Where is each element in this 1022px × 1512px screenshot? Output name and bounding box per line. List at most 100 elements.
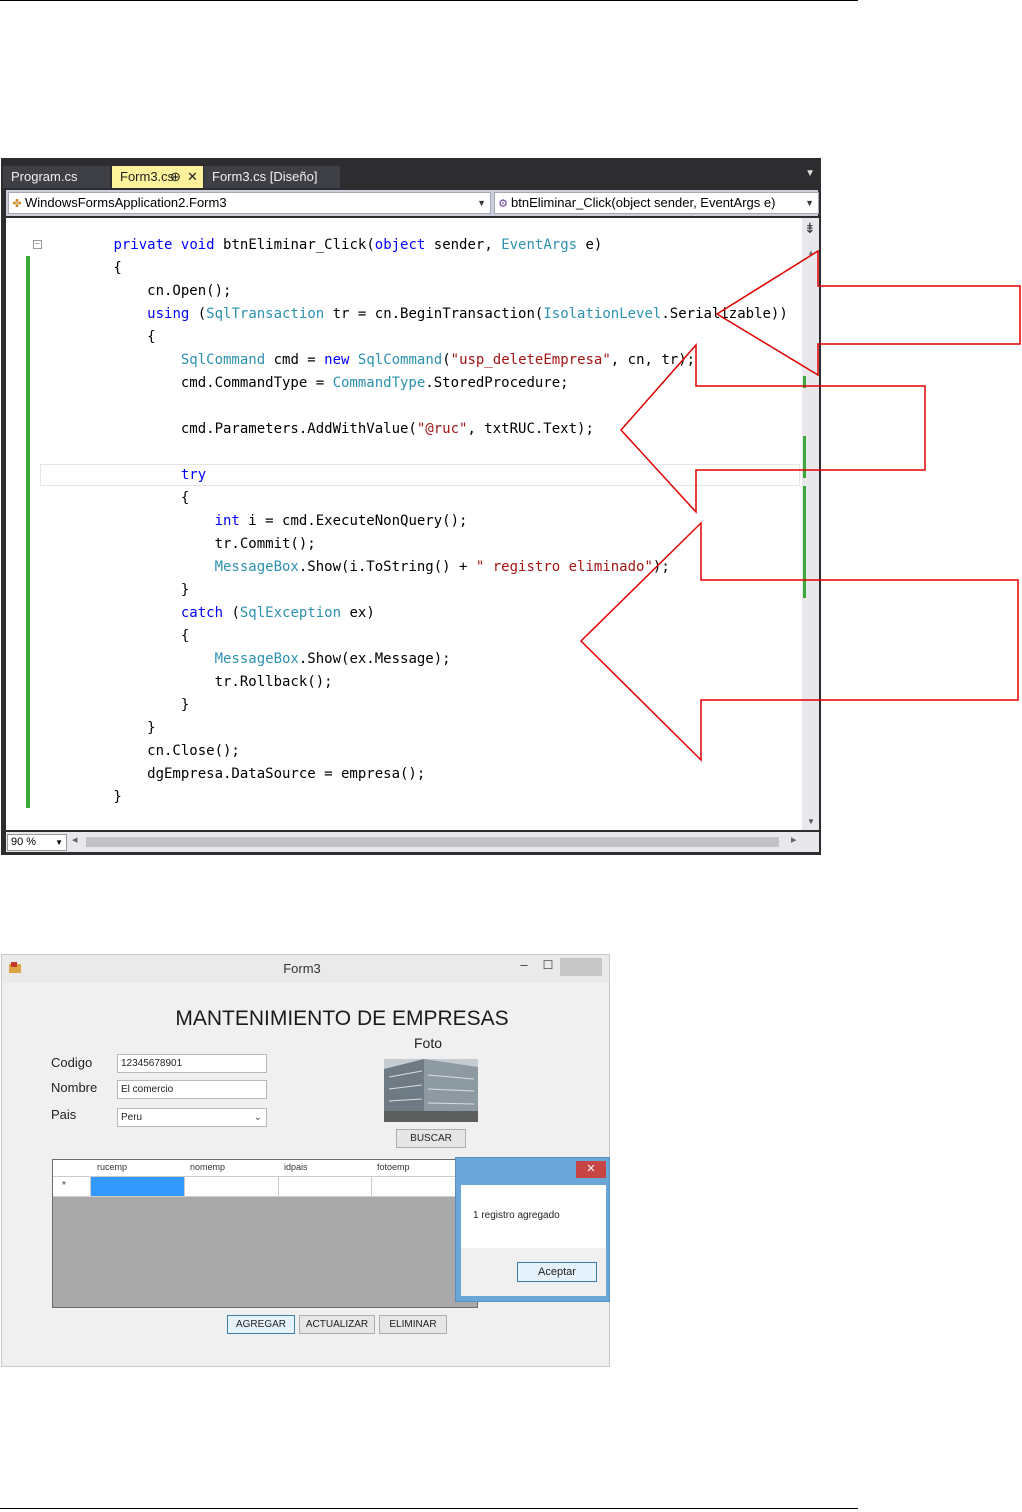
vertical-scrollbar[interactable]: ⇟ ▲ ▼ (802, 218, 819, 830)
code-token: tr.Commit(); (46, 536, 316, 552)
code-token: ( (223, 605, 240, 621)
code-line[interactable]: } (46, 579, 788, 602)
code-editor[interactable]: − private void btnEliminar_Click(object … (6, 218, 802, 830)
aceptar-button[interactable]: Aceptar (517, 1262, 597, 1282)
nombre-input[interactable]: El comercio (117, 1080, 267, 1099)
class-combo[interactable]: ✤ WindowsFormsApplication2.Form3 ▼ (8, 192, 491, 214)
form3-window: Form3 – ☐ MANTENIMIENTO DE EMPRESAS Codi… (1, 954, 610, 1367)
maximize-icon[interactable]: ☐ (538, 958, 558, 972)
zoom-combo[interactable]: 90 % ▼ (7, 834, 67, 851)
code-token: } (46, 582, 190, 598)
column-header[interactable]: fotoemp (377, 1162, 410, 1172)
code-token: tr.Rollback(); (46, 674, 333, 690)
nomemp-cell[interactable] (185, 1177, 279, 1196)
code-line[interactable]: private void btnEliminar_Click(object se… (46, 234, 788, 257)
code-token: i = cmd.ExecuteNonQuery(); (239, 513, 468, 529)
tab-form3-cs[interactable]: Form3.cs ⊕ ✕ (112, 166, 203, 188)
buscar-button[interactable]: BUSCAR (396, 1129, 466, 1148)
code-token: SqlException (239, 605, 342, 621)
code-line[interactable]: dgEmpresa.DataSource = empresa(); (46, 763, 788, 786)
code-line[interactable]: } (46, 786, 788, 809)
pin-icon[interactable]: ⊕ (170, 166, 181, 188)
member-combo-value: btnEliminar_Click(object sender, EventAr… (511, 195, 776, 210)
code-line[interactable]: cn.Close(); (46, 740, 788, 763)
code-token: cmd = (265, 352, 325, 368)
code-line[interactable]: { (46, 625, 788, 648)
source-code[interactable]: private void btnEliminar_Click(object se… (46, 234, 788, 809)
method-icon: ⚙ (498, 198, 508, 210)
eliminar-button[interactable]: ELIMINAR (379, 1315, 447, 1334)
column-header[interactable]: nomemp (190, 1162, 225, 1172)
codigo-input[interactable]: 12345678901 (117, 1054, 267, 1073)
tab-overflow-icon[interactable]: ▼ (805, 168, 815, 179)
empresa-grid[interactable]: rucemp nomemp idpais fotoemp * ✕ (52, 1159, 478, 1308)
code-line[interactable]: catch (SqlException ex) (46, 602, 788, 625)
code-token: " registro eliminado" (475, 559, 653, 575)
code-line[interactable]: { (46, 326, 788, 349)
message-body: 1 registro agregado (461, 1185, 606, 1248)
tab-program-cs[interactable]: Program.cs (3, 166, 110, 188)
tab-form3-designer[interactable]: Form3.cs [Diseño] (204, 166, 340, 188)
code-token: .Show(i.ToString() + (298, 559, 476, 575)
close-button[interactable]: ✕ (576, 1161, 606, 1178)
code-line[interactable]: cmd.CommandType = CommandType.StoredProc… (46, 372, 788, 395)
code-line[interactable]: using (SqlTransaction tr = cn.BeginTrans… (46, 303, 788, 326)
close-icon[interactable]: ✕ (187, 166, 198, 188)
codigo-label: Codigo (51, 1055, 93, 1070)
change-marker (803, 376, 806, 388)
document-tab-bar: Program.cs Form3.cs ⊕ ✕ Form3.cs [Diseño… (1, 158, 821, 188)
minimize-icon[interactable]: – (512, 957, 536, 972)
code-line[interactable]: { (46, 487, 788, 510)
code-token: sender, (425, 237, 502, 253)
code-line[interactable]: MessageBox.Show(i.ToString() + " registr… (46, 556, 788, 579)
grid-header: rucemp nomemp idpais fotoemp (53, 1160, 477, 1177)
window-titlebar[interactable]: Form3 – ☐ (2, 955, 609, 983)
row-header[interactable]: * (53, 1177, 91, 1196)
scroll-left-icon[interactable]: ◂ (72, 833, 78, 846)
code-line[interactable]: } (46, 717, 788, 740)
actualizar-button[interactable]: ACTUALIZAR (299, 1315, 375, 1334)
idpais-cell[interactable] (279, 1177, 372, 1196)
code-line[interactable]: tr.Rollback(); (46, 671, 788, 694)
pais-label: Pais (51, 1107, 77, 1122)
code-token: .Serializable)) (661, 306, 788, 322)
tab-label: Program.cs (11, 169, 78, 184)
code-token: cn.Close(); (46, 743, 240, 759)
code-line[interactable]: { (46, 257, 788, 280)
top-rule (0, 0, 858, 1)
horizontal-scroll-thumb[interactable] (86, 837, 779, 847)
code-token: IsolationLevel (543, 306, 662, 322)
pais-select[interactable]: Peru ⌄ (117, 1108, 267, 1127)
code-token: tr = cn.BeginTransaction( (324, 306, 544, 322)
code-token: SqlTransaction (206, 306, 325, 322)
code-line[interactable]: } (46, 694, 788, 717)
rucemp-cell[interactable] (91, 1177, 185, 1196)
code-line[interactable]: cn.Open(); (46, 280, 788, 303)
member-combo[interactable]: ⚙ btnEliminar_Click(object sender, EventA… (494, 192, 819, 214)
collapse-icon[interactable]: − (33, 240, 42, 249)
foto-label: Foto (414, 1035, 443, 1051)
code-line[interactable]: int i = cmd.ExecuteNonQuery(); (46, 510, 788, 533)
scroll-up-icon[interactable]: ▲ (807, 248, 815, 257)
code-line[interactable] (46, 395, 788, 418)
code-line[interactable] (46, 441, 788, 464)
scroll-right-icon[interactable]: ▸ (791, 833, 797, 846)
column-header[interactable]: idpais (284, 1162, 308, 1172)
code-line[interactable]: SqlCommand cmd = new SqlCommand("usp_del… (46, 349, 788, 372)
code-line[interactable]: tr.Commit(); (46, 533, 788, 556)
split-icon[interactable]: ⇟ (804, 220, 816, 237)
agregar-button[interactable]: AGREGAR (227, 1315, 295, 1334)
code-token: } (46, 697, 190, 713)
code-token: cn.Open(); (46, 283, 232, 299)
table-row[interactable]: * ✕ (53, 1177, 477, 1197)
code-token: { (46, 329, 156, 345)
column-header[interactable]: rucemp (97, 1162, 127, 1172)
code-line[interactable]: try (46, 464, 788, 487)
close-button[interactable] (560, 958, 602, 976)
code-token: MessageBox (214, 559, 299, 575)
scroll-down-icon[interactable]: ▼ (807, 817, 815, 826)
code-line[interactable]: MessageBox.Show(ex.Message); (46, 648, 788, 671)
code-line[interactable]: cmd.Parameters.AddWithValue("@ruc", txtR… (46, 418, 788, 441)
